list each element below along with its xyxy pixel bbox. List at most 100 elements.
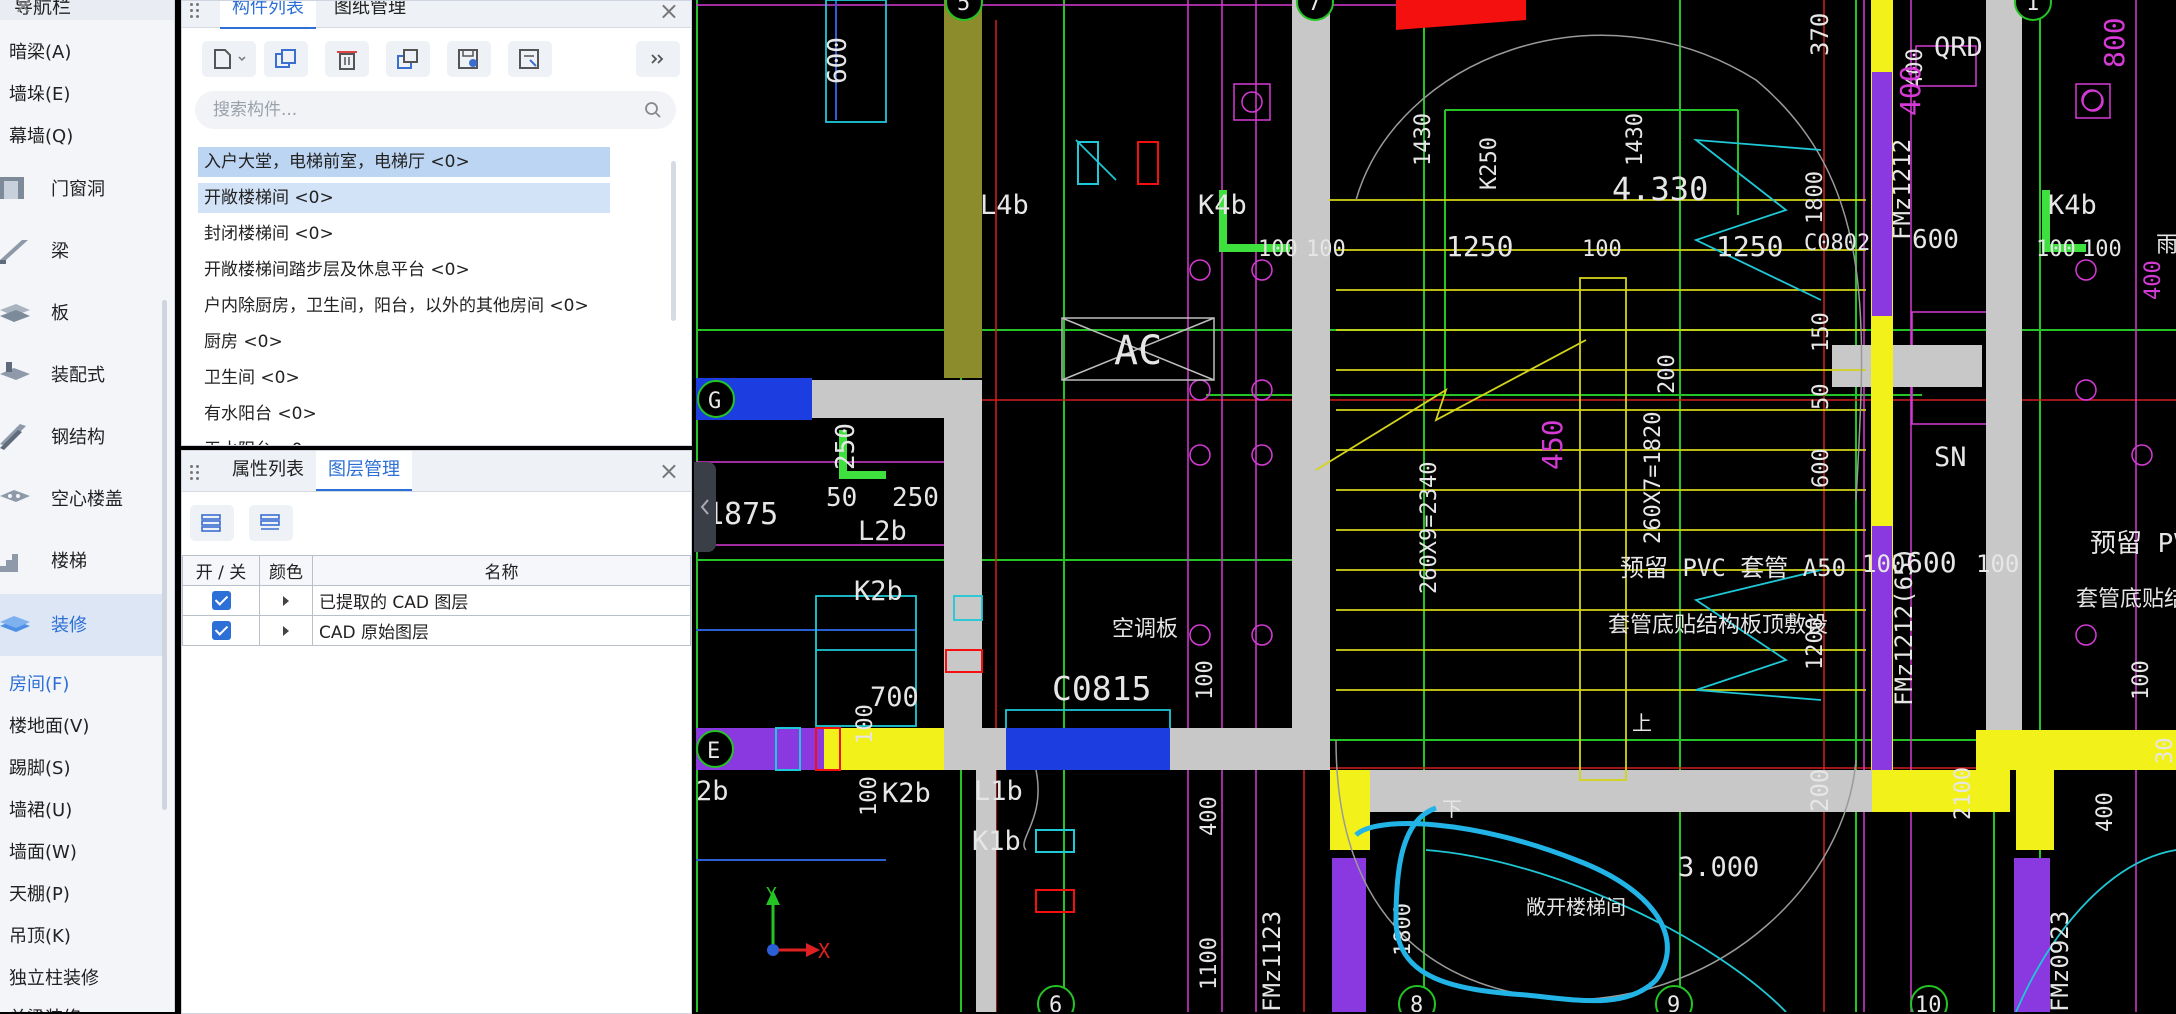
component-list-item[interactable]: 开敞楼梯间 <0> (198, 183, 610, 213)
component-list-item[interactable]: 无水阳台 <0> (198, 435, 317, 445)
component-search-input[interactable] (195, 91, 676, 129)
layer-visibility-checkbox[interactable] (211, 621, 231, 640)
cad-label-open-stair: 敞开楼梯间 (1526, 895, 1626, 919)
cad-label-ac: AC (1114, 328, 1162, 374)
expand-triangle-icon[interactable] (283, 625, 289, 636)
cad-label-fmz1123: FMz1123 (1258, 911, 1286, 1012)
layer-visibility-checkbox[interactable] (211, 591, 231, 610)
nav-scrollbar[interactable] (162, 300, 167, 810)
tab-layer-management[interactable]: 图层管理 (316, 451, 412, 491)
delete-component-button[interactable] (325, 41, 369, 77)
nav-sub-floor[interactable]: 楼地面(V) (9, 712, 89, 738)
nav-category-stair[interactable]: 楼梯 (0, 530, 166, 592)
nav-category-slab[interactable]: 板 (0, 282, 166, 344)
nav-category-steel[interactable]: 钢结构 (0, 406, 166, 468)
nav-category-label: 门窗洞 (51, 179, 105, 200)
cad-drawing-canvas[interactable]: 5 7 1 G E 6 8 9 10 AC C0815 空调板 QRD SN L… (696, 0, 2176, 1012)
red-hatch (1396, 0, 1526, 30)
layer-name: CAD 原始图层 (312, 615, 691, 646)
nav-sub-beam-decoration[interactable]: 单梁装修 (9, 1004, 81, 1012)
cad-dim-stair-2340: 260X9=2340 (1417, 462, 1442, 594)
stair-treads (1315, 199, 1866, 781)
close-icon[interactable]: × (659, 457, 679, 485)
save-template-button[interactable] (447, 41, 491, 77)
navigation-sidebar: 导航栏 × 暗梁(A) 墙垛(E) 幕墙(Q) 门窗洞 梁 板 装配式 钢结构 … (0, 0, 175, 1012)
cad-label-k4b: K4b (1198, 190, 1247, 221)
tab-component-list[interactable]: 构件列表 (220, 1, 316, 29)
nav-sub-skirting[interactable]: 踢脚(S) (9, 754, 70, 780)
close-icon[interactable]: × (659, 1, 679, 25)
nav-category-label: 板 (51, 303, 69, 324)
nav-category-door-window[interactable]: 门窗洞 (0, 158, 166, 220)
close-icon[interactable]: × (14, 0, 162, 18)
table-row[interactable]: CAD 原始图层 (182, 615, 691, 646)
cad-dim-100-c: 100 (1582, 237, 1622, 262)
component-list-item[interactable]: 有水阳台 <0> (198, 399, 317, 429)
copy-component-button[interactable] (264, 41, 308, 77)
component-list-item[interactable]: 封闭楼梯间 <0> (198, 219, 334, 249)
nav-sub-wall-surface[interactable]: 墙面(W) (9, 838, 77, 864)
layer-table: 开 / 关 颜色 名称 已提取的 CAD 图层 CAD 原始图层 (182, 555, 691, 646)
nav-category-decoration[interactable]: 装修 (0, 594, 166, 656)
expand-triangle-icon[interactable] (283, 595, 289, 606)
axis-bubble-label: 7 (1308, 0, 1321, 16)
axis-bubble-label: 1 (2026, 0, 2039, 16)
tab-drawing-management[interactable]: 图纸管理 (322, 1, 418, 27)
cad-label-pvc-1: 预留 PVC 套管 A50 (1620, 554, 1846, 582)
nav-title-bar: 导航栏 × (0, 0, 174, 20)
table-row[interactable]: 已提取的 CAD 图层 (182, 585, 691, 616)
nav-category-label: 装配式 (51, 365, 105, 386)
cad-dim-100-j: 100 (2036, 237, 2076, 262)
axis-bubble-label: 8 (1410, 993, 1423, 1012)
search-icon[interactable] (644, 101, 662, 119)
load-template-button[interactable] (508, 41, 552, 77)
layer-copy-button[interactable] (386, 41, 430, 77)
nav-category-hollow-floor[interactable]: 空心楼盖 (0, 468, 166, 530)
nav-item-muqiang[interactable]: 幕墙(Q) (9, 122, 73, 148)
cad-label-fmz1212-65: FMz1212(65) (1890, 547, 1918, 706)
cad-dim-1430-b: 1430 (1623, 113, 1648, 166)
cad-label-qrd: QRD (1934, 32, 1983, 63)
nav-sub-suspended-ceiling[interactable]: 吊顶(K) (9, 922, 71, 948)
ucs-x-label: X (818, 939, 830, 963)
columns-yellow (824, 0, 2176, 850)
chevron-left-icon (700, 499, 709, 515)
nav-category-prefab[interactable]: 装配式 (0, 344, 166, 406)
cad-dim-400-d: 400 (2141, 260, 2166, 300)
component-list-item[interactable]: 卫生间 <0> (198, 363, 300, 393)
component-list-item[interactable]: 开敞楼梯间踏步层及休息平台 <0> (198, 255, 470, 285)
component-list-item[interactable]: 入户大堂，电梯前室，电梯厅 <0> (198, 147, 610, 177)
nav-category-label: 梁 (51, 241, 69, 262)
cad-dim-100-f: 100 (1193, 660, 1218, 700)
show-extracted-layers-button[interactable] (190, 505, 234, 541)
cad-dim-370: 370 (1806, 13, 1834, 56)
cad-label-sn: SN (1934, 442, 1967, 473)
nav-sub-dado[interactable]: 墙裙(U) (9, 796, 72, 822)
cad-dim-400-b: 400 (1197, 796, 1222, 836)
show-original-layers-button[interactable] (249, 505, 293, 541)
cad-dim-100-b: 100 (1306, 237, 1346, 262)
component-list-scrollbar[interactable] (671, 161, 676, 321)
nav-sub-ceiling[interactable]: 天棚(P) (9, 880, 70, 906)
axis-bubble-label: 6 (1049, 993, 1062, 1012)
component-list-item[interactable]: 户内除厨房，卫生间，阳台，以外的其他房间 <0> (198, 291, 589, 321)
column-strip (944, 0, 982, 378)
tab-property-list[interactable]: 属性列表 (220, 451, 316, 491)
hollow-floor-icon (0, 490, 30, 502)
nav-sub-room[interactable]: 房间(F) (9, 670, 69, 696)
collapse-panel-button[interactable] (694, 462, 716, 552)
component-list-item[interactable]: 厨房 <0> (198, 327, 283, 357)
cad-dim-2100: 2100 (1951, 767, 1976, 820)
cad-dim-1875: 1875 (706, 497, 778, 532)
nav-item-qiangduo[interactable]: 墙垛(E) (9, 80, 70, 106)
ucs-axis-icon: Y X (766, 884, 830, 963)
more-tools-button[interactable] (636, 41, 680, 77)
steel-structure-icon (0, 424, 26, 450)
nav-sub-column-decoration[interactable]: 独立柱装修 (9, 964, 99, 990)
nav-category-beam[interactable]: 梁 (0, 220, 166, 282)
nav-item-anliang[interactable]: 暗梁(A) (9, 38, 71, 64)
new-component-button[interactable] (202, 41, 256, 77)
drag-handle-icon[interactable] (190, 463, 200, 485)
drag-handle-icon[interactable] (190, 1, 200, 23)
cad-drawing[interactable]: 5 7 1 G E 6 8 9 10 AC C0815 空调板 QRD SN L… (696, 0, 2176, 1012)
